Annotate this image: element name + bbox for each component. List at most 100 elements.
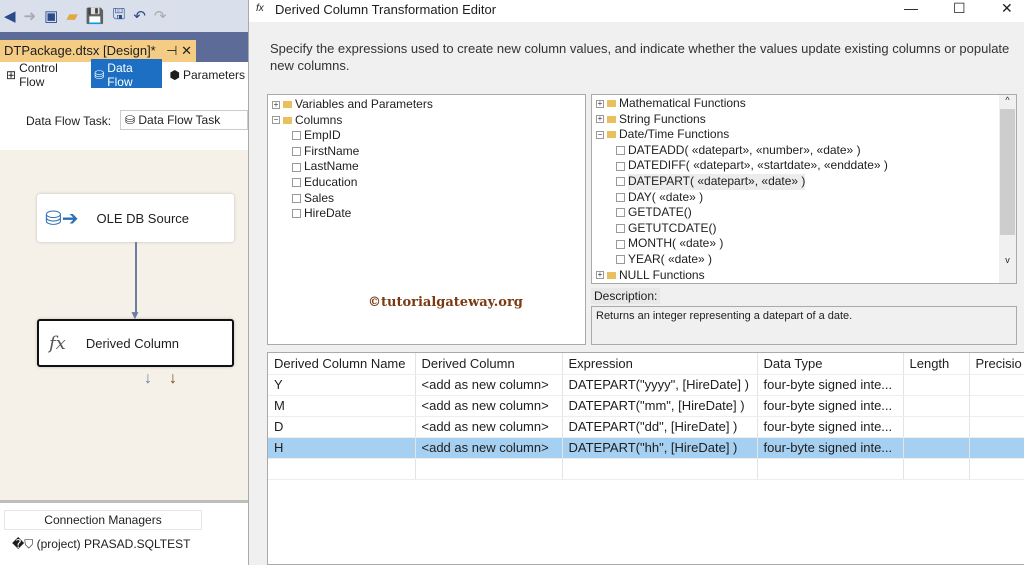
columns-tree[interactable]: + Variables and Parameters − Columns EmpID… [267,94,586,345]
tab-control-flow[interactable]: ⊞ Control Flow [3,59,87,91]
column-header[interactable]: Derived Column [415,353,563,375]
description-label: Description: [591,288,661,304]
grid-row[interactable]: H <add as new column> DATEPART("hh", [Hire… [268,437,1024,459]
function-item[interactable]: DATEADD( «datepart», «number», «date» ) [596,143,1012,159]
scroll-thumb[interactable] [1000,109,1015,235]
dialog-title: Derived Column Transformation Editor [275,2,497,17]
grid-cell[interactable]: four-byte signed inte... [757,437,904,459]
save-icon[interactable]: 💾 [86,7,105,25]
derived-columns-grid[interactable]: Derived Column Name Derived Column Express… [267,352,1024,565]
grid-cell[interactable]: DATEPART("mm", [HireDate] ) [562,395,758,417]
grid-cell[interactable] [969,458,1024,480]
grid-row[interactable]: Y <add as new column> DATEPART("yyyy", [Hi… [268,374,1024,396]
scrollbar[interactable]: ^ v [999,95,1016,283]
close-button[interactable]: ✕ [1001,0,1013,17]
grid-cell[interactable] [757,458,904,480]
grid-cell[interactable]: DATEPART("dd", [HireDate] ) [562,416,758,438]
function-group[interactable]: + String Functions [596,112,1012,128]
save-all-icon[interactable]: 🖫 [113,4,126,29]
output-arrow-icon[interactable]: ↓ [144,370,152,388]
column-item[interactable]: HireDate [272,206,581,222]
scroll-down-icon[interactable]: v [999,255,1016,265]
tab-parameters[interactable]: ⬢ Parameters [166,66,248,84]
grid-cell[interactable] [903,437,970,459]
column-header[interactable]: Derived Column Name [268,353,416,375]
column-header[interactable]: Data Type [757,353,904,375]
grid-cell[interactable]: four-byte signed inte... [757,374,904,396]
grid-cell[interactable] [903,416,970,438]
column-item[interactable]: Education [272,175,581,191]
column-item[interactable]: FirstName [272,144,581,160]
function-group[interactable]: + NULL Functions [596,268,1012,283]
tree-node-columns[interactable]: − Columns [272,113,581,129]
column-header[interactable]: Precisio [969,353,1024,375]
grid-cell[interactable]: four-byte signed inte... [757,395,904,417]
open-icon[interactable]: ▰ [66,7,78,25]
function-item[interactable]: DAY( «date» ) [596,190,1012,206]
scroll-up-icon[interactable]: ^ [999,95,1016,105]
grid-cell[interactable] [969,416,1024,438]
grid-cell[interactable]: <add as new column> [415,416,563,438]
grid-cell[interactable]: Y [268,374,416,396]
grid-cell[interactable] [969,374,1024,396]
column-header[interactable]: Expression [562,353,758,375]
derived-column-node[interactable]: fx Derived Column [37,319,234,367]
forward-icon[interactable]: ➜ [24,7,37,25]
column-header[interactable]: Length [903,353,970,375]
connection-item[interactable]: �⛉ (project) PRASAD.SQLTEST [12,537,190,552]
grid-cell[interactable] [903,395,970,417]
column-label: Sales [304,190,335,205]
grid-cell[interactable]: four-byte signed inte... [757,416,904,438]
function-item[interactable]: MONTH( «date» ) [596,236,1012,252]
grid-cell[interactable]: D [268,416,416,438]
ole-db-source-node[interactable]: ⛁➔ OLE DB Source [37,194,234,242]
grid-cell[interactable] [969,395,1024,417]
grid-cell[interactable] [268,458,416,480]
function-item[interactable]: DATEDIFF( «datepart», «startdate», «endd… [596,158,1012,174]
grid-cell[interactable] [562,458,758,480]
connection-icon: �⛉ [12,537,37,551]
function-item[interactable]: YEAR( «date» ) [596,252,1012,268]
grid-cell[interactable]: H [268,437,416,459]
maximize-button[interactable]: ☐ [953,0,966,17]
redo-icon[interactable]: ↷ [154,7,167,25]
undo-icon[interactable]: ↶ [133,7,146,25]
error-output-arrow-icon[interactable]: ↓ [169,370,177,388]
grid-cell[interactable]: DATEPART("yyyy", [HireDate] ) [562,374,758,396]
grid-cell[interactable] [969,437,1024,459]
grid-cell[interactable] [903,458,970,480]
grid-row[interactable]: D <add as new column> DATEPART("dd", [Hire… [268,416,1024,438]
node-label: OLE DB Source [96,210,190,226]
function-item[interactable]: DATEPART( «datepart», «date» ) [596,173,1012,190]
function-group[interactable]: − Date/Time Functions [596,127,1012,143]
tree-node-variables[interactable]: + Variables and Parameters [272,97,581,113]
functions-tree[interactable]: + Mathematical Functions + String Functions… [591,94,1017,284]
back-icon[interactable]: ◀ [4,7,16,25]
new-item-icon[interactable]: ▣ [44,7,58,25]
grid-cell[interactable]: M [268,395,416,417]
function-group[interactable]: + Mathematical Functions [596,96,1012,112]
grid-row[interactable]: M <add as new column> DATEPART("mm", [Hire… [268,395,1024,417]
grid-cell[interactable]: <add as new column> [415,374,563,396]
grid-cell[interactable]: <add as new column> [415,437,563,459]
column-item[interactable]: EmpID [272,128,581,144]
grid-new-row[interactable] [268,458,1024,480]
grid-cell[interactable] [415,458,563,480]
column-item[interactable]: Sales [272,191,581,207]
fx-icon: fx [49,332,66,354]
task-value: Data Flow Task [138,113,221,127]
column-item[interactable]: LastName [272,159,581,175]
grid-cell[interactable] [903,374,970,396]
pin-icon[interactable]: ⊣ ✕ [166,43,192,59]
database-icon: ⛁➔ [45,207,79,230]
task-select[interactable]: ⛁ Data Flow Task [120,110,248,130]
grid-cell[interactable]: <add as new column> [415,395,563,417]
function-label: YEAR( «date» ) [628,251,713,266]
function-item[interactable]: GETDATE() [596,205,1012,221]
tab-data-flow[interactable]: ⛁ Data Flow [91,59,163,91]
grid-cell[interactable]: DATEPART("hh", [HireDate] ) [562,437,758,459]
minimize-button[interactable]: — [904,0,918,16]
data-path[interactable] [135,242,137,314]
function-label: GETDATE() [628,205,692,220]
function-item[interactable]: GETUTCDATE() [596,221,1012,237]
